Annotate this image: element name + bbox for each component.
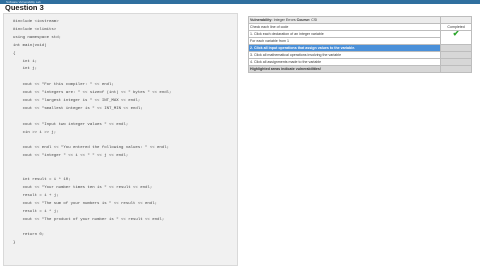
completed-header: Completed — [440, 23, 472, 31]
vulnerability-value: Integer Errors — [273, 18, 296, 22]
step-row-3[interactable]: 3. Click all mathematical operations inv… — [247, 51, 472, 59]
code-line[interactable]: result = i * j; — [13, 210, 59, 215]
step-3-text[interactable]: 3. Click all mathematical operations inv… — [247, 51, 442, 59]
step-4-text[interactable]: 4. Click all assignments made to the var… — [247, 58, 442, 66]
code-line[interactable]: result = i + j; — [13, 194, 59, 199]
code-line[interactable]: return 0; — [13, 233, 45, 238]
table-subheader-row: Check each line of code Completed — [247, 23, 472, 31]
course-label: Course: — [296, 18, 311, 22]
step-row-1[interactable]: 1. Click each declaration of an integer … — [247, 30, 472, 45]
code-line[interactable]: cout << "Input two integer values " << e… — [13, 123, 129, 128]
code-line[interactable]: using namespace std; — [13, 36, 61, 41]
step-row-1b[interactable]: For each variable from 1 — [247, 37, 472, 45]
code-line[interactable]: cout << "integer " << i << " " << j << e… — [13, 154, 129, 159]
vulnerability-cell: Vulnerability: Integer Errors Course: CS… — [247, 16, 442, 24]
code-line[interactable]: int main(void) — [13, 44, 47, 49]
step-3-completed — [440, 51, 472, 59]
step-row-4[interactable]: 4. Click all assignments made to the var… — [247, 58, 472, 66]
footer-note: Highlighted areas indicate vulnerabiliti… — [247, 65, 442, 73]
checkmark-icon: ✔ — [452, 30, 460, 38]
table-footer-row: Highlighted areas indicate vulnerabiliti… — [247, 65, 472, 73]
code-line[interactable]: int result = i * 10; — [13, 178, 71, 183]
code-line[interactable]: int i; — [13, 60, 37, 65]
code-line[interactable]: } — [13, 241, 15, 246]
code-line[interactable]: cout << "The sum of your numbers is " <<… — [13, 202, 157, 207]
step-1-completed: ✔ — [440, 30, 472, 45]
code-line[interactable]: cout << "The product of your number is "… — [13, 218, 165, 223]
step-4-completed — [440, 58, 472, 66]
step-2-label: 2. Click all input operations that assig… — [250, 46, 356, 50]
course-value: CSI — [311, 18, 318, 22]
instruction-cell: Check each line of code — [247, 23, 442, 31]
table-header-row: Vulnerability: Integer Errors Course: CS… — [247, 16, 472, 24]
step-1-text[interactable]: 1. Click each declaration of an integer … — [247, 30, 442, 38]
code-line[interactable]: int j; — [13, 67, 37, 72]
code-line[interactable]: cout << "Your number times ten is " << r… — [13, 186, 153, 191]
question-heading: Question 3 — [5, 3, 44, 12]
code-line[interactable]: cout << endl << "You entered the followi… — [13, 146, 169, 151]
code-line[interactable]: #include <climits> — [13, 28, 56, 33]
top-bar: Software Vulnerability Lab — [0, 0, 480, 4]
checklist-table: Vulnerability: Integer Errors Course: CS… — [247, 16, 472, 73]
header-empty-cell — [440, 16, 472, 24]
code-line[interactable]: cout << "For this compiler: " << endl; — [13, 83, 114, 88]
code-line[interactable]: cout << "largest integer is " << INT_MAX… — [13, 99, 141, 104]
step-2-text[interactable]: 2. Click all input operations that assig… — [247, 44, 442, 52]
step-2-completed — [440, 44, 472, 52]
code-line[interactable]: cin >> i >> j; — [13, 131, 57, 136]
step-row-2[interactable]: 2. Click all input operations that assig… — [247, 44, 472, 52]
code-panel: #include <iostream> #include <climits> usi… — [3, 13, 238, 266]
code-line[interactable]: cout << "integers are: " << sizeof (int)… — [13, 91, 172, 96]
code-line[interactable]: #include <iostream> — [13, 20, 59, 25]
code-line[interactable]: cout << "smallest integer is " << INT_MI… — [13, 107, 143, 112]
footer-empty-cell — [440, 65, 472, 73]
vulnerability-label: Vulnerability: — [250, 18, 273, 22]
code-line[interactable]: { — [13, 52, 15, 57]
step-1b-text[interactable]: For each variable from 1 — [247, 37, 442, 45]
